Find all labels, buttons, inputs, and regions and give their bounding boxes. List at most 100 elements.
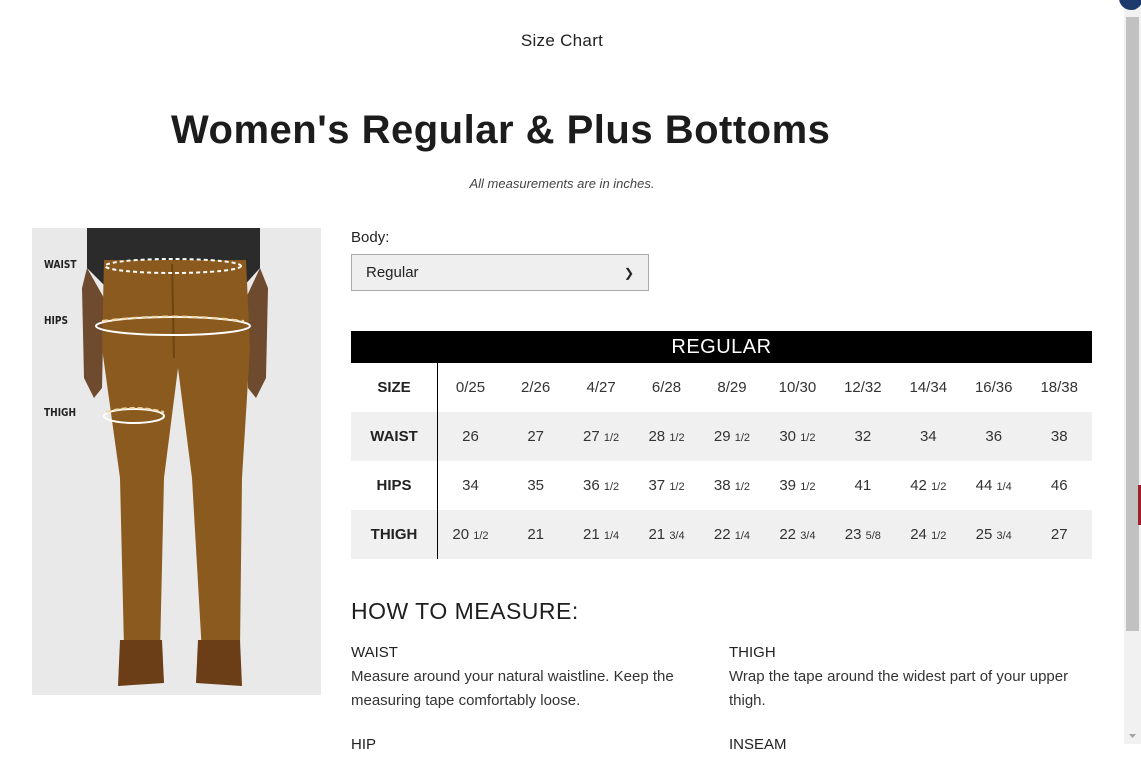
cell-fraction: 1/4 <box>996 481 1012 493</box>
vertical-scrollbar[interactable] <box>1124 0 1141 744</box>
cell-value: 27 <box>583 428 600 445</box>
measure-item-waist: WAIST Measure around your natural waistl… <box>351 641 711 713</box>
cell-fraction: 5/8 <box>865 530 881 542</box>
table-cell: 21 3/4 <box>633 510 700 559</box>
table-cell: 12/32 <box>830 363 895 412</box>
cell-value: 34 <box>462 477 479 494</box>
measurement-note: All measurements are in inches. <box>469 176 655 191</box>
cell-value: 26 <box>462 428 479 445</box>
cell-fraction: 1/2 <box>473 530 489 542</box>
table-cell: 8/29 <box>699 363 764 412</box>
measure-item-text: Wrap the tape around the widest part of … <box>729 668 1069 709</box>
measurement-figure: WAIST HIPS THIGH <box>32 228 321 695</box>
table-cell: 34 <box>438 461 503 510</box>
cell-value: 41 <box>854 477 872 494</box>
cell-value: 30 <box>779 428 797 445</box>
table-cell: 37 1/2 <box>634 461 699 510</box>
cell-value: 37 <box>648 477 666 494</box>
table-cell: 0/25 <box>438 363 503 412</box>
table-cell: 28 1/2 <box>633 412 700 461</box>
cell-value: 0/25 <box>455 379 486 396</box>
body-select-value: Regular <box>366 264 419 281</box>
cell-fraction: 1/2 <box>931 481 947 493</box>
cell-value: 6/28 <box>651 379 682 396</box>
table-cell: 26 <box>437 412 503 461</box>
table-row: SIZE 0/25 2/26 4/27 6/28 8/29 10/30 12/32 14/34 1… <box>351 363 1092 412</box>
cell-value: 36 <box>985 428 1003 445</box>
cell-fraction: 1/2 <box>734 481 751 493</box>
body-select[interactable]: Regular ❯ <box>351 254 649 291</box>
cell-value: 22 <box>713 526 731 543</box>
cell-value: 46 <box>1050 477 1068 494</box>
table-cell: 14/34 <box>896 363 961 412</box>
modal-title: Size Chart <box>520 31 604 50</box>
table-cell: 10/30 <box>765 363 830 412</box>
cell-value: 39 <box>779 477 797 494</box>
table-row: HIPS 34 35 36 1/2 37 1/2 38 1/2 39 1/2 41 42 1/2… <box>351 461 1092 510</box>
cell-value: 23 <box>844 526 862 543</box>
cell-value: 38 <box>713 477 731 494</box>
table-cell: 27 <box>502 412 569 461</box>
cell-value: 38 <box>1050 428 1068 445</box>
table-cell: 29 1/2 <box>699 412 765 461</box>
measure-item-thigh: THIGH Wrap the tape around the widest pa… <box>729 641 1089 713</box>
cell-fraction: 1/2 <box>669 481 685 493</box>
cell-value: 22 <box>779 526 797 543</box>
cell-value: 21 <box>527 526 544 543</box>
table-cell: 36 <box>961 412 1027 461</box>
table-cell: 38 <box>1026 412 1092 461</box>
table-cell: 21 1/4 <box>568 510 634 559</box>
size-table: REGULAR SIZE 0/25 2/26 4/27 6/28 8/29 10/30 12/… <box>351 331 1092 559</box>
table-cell: 35 <box>503 461 568 510</box>
cell-value: 32 <box>854 428 872 445</box>
table-cell: 25 3/4 <box>961 510 1027 559</box>
cell-fraction: 1/2 <box>603 432 620 444</box>
row-header: HIPS <box>351 461 438 510</box>
cell-value: 35 <box>527 477 544 494</box>
cell-value: 44 <box>975 477 993 494</box>
table-cell: 22 1/4 <box>699 510 765 559</box>
table-cell: 46 <box>1026 461 1092 510</box>
scroll-down-arrow-icon[interactable] <box>1124 727 1141 744</box>
cell-fraction: 1/4 <box>603 530 620 542</box>
table-cell: 39 1/2 <box>765 461 830 510</box>
table-cell: 38 1/2 <box>699 461 764 510</box>
cell-fraction: 1/2 <box>603 481 620 493</box>
cell-value: 36 <box>583 477 600 494</box>
table-cell: 21 <box>502 510 569 559</box>
cell-value: 2/26 <box>521 379 551 396</box>
table-cell: 6/28 <box>634 363 699 412</box>
table-cell: 22 3/4 <box>764 510 831 559</box>
cell-value: 10/30 <box>778 379 817 396</box>
measure-item-head: THIGH <box>729 644 776 661</box>
body-select-label: Body: <box>351 229 390 246</box>
table-cell: 27 <box>1026 510 1092 559</box>
row-header: WAIST <box>351 412 438 461</box>
table-cell: 16/36 <box>961 363 1026 412</box>
cell-value: 25 <box>975 526 993 543</box>
cell-value: 14/34 <box>909 379 948 396</box>
cell-fraction: 1/2 <box>800 481 816 493</box>
cell-fraction: 1/4 <box>734 530 751 542</box>
table-cell: 30 1/2 <box>764 412 831 461</box>
measure-item-text: Measure around your natural waistline. K… <box>351 668 674 709</box>
cell-fraction: 1/2 <box>734 432 751 444</box>
how-to-measure-title: HOW TO MEASURE: <box>351 598 579 624</box>
scrollbar-thumb[interactable] <box>1126 17 1139 631</box>
table-cell: 27 1/2 <box>568 412 634 461</box>
cell-value: 20 <box>452 526 470 543</box>
cell-value: 12/32 <box>844 379 882 396</box>
cell-value: 27 <box>527 428 544 445</box>
cell-value: 24 <box>910 526 927 543</box>
row-header: SIZE <box>351 363 438 412</box>
measure-item-head: WAIST <box>351 644 398 661</box>
cell-fraction: 1/2 <box>669 432 685 444</box>
cell-value: 21 <box>648 526 666 543</box>
table-cell: 24 1/2 <box>895 510 961 559</box>
cell-fraction: 3/4 <box>996 530 1012 542</box>
table-cell: 4/27 <box>568 363 633 412</box>
pants-illustration <box>82 228 268 686</box>
measure-item-head: HIP <box>351 736 377 753</box>
cell-fraction: 3/4 <box>800 530 816 542</box>
table-cell: 41 <box>830 461 895 510</box>
